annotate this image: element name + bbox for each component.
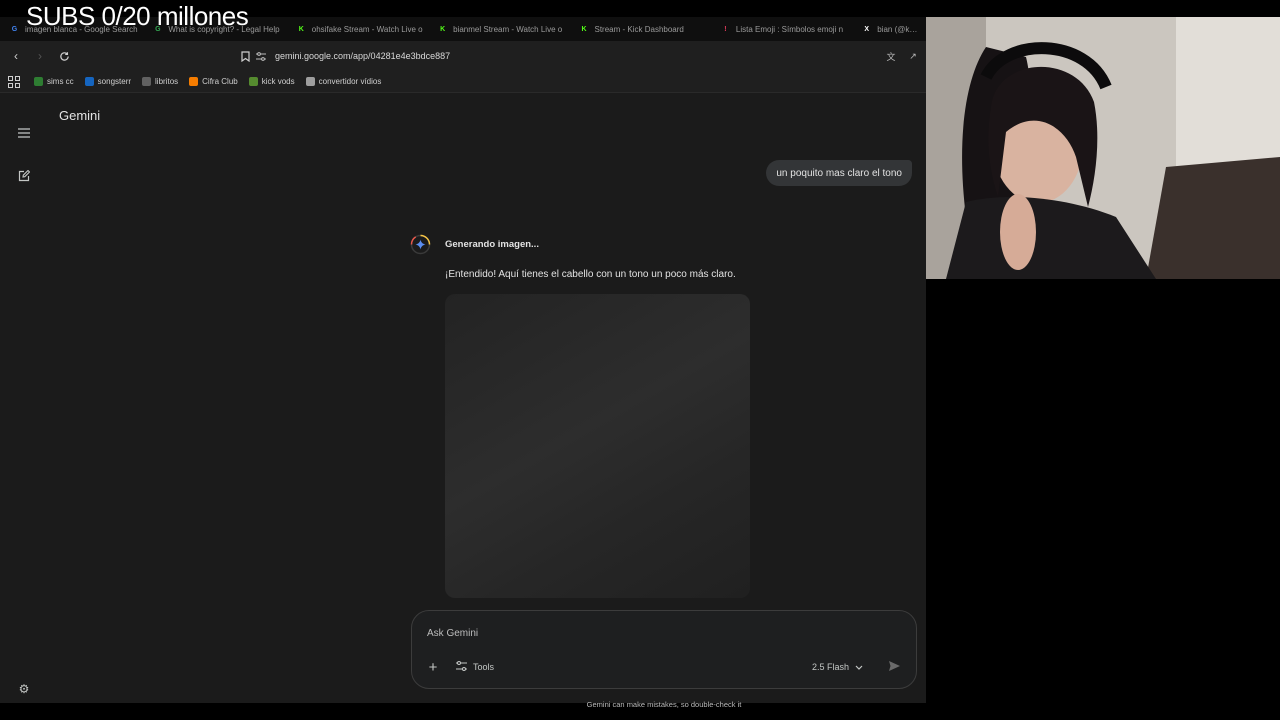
apps-grid-icon[interactable]: [8, 75, 20, 88]
add-attachment-button[interactable]: +: [424, 658, 442, 676]
bookmark-item[interactable]: Cifra Club: [189, 77, 238, 86]
settings-gear-icon[interactable]: ⚙: [15, 680, 33, 698]
disclaimer-text: Gemini can make mistakes, so double-chec…: [586, 700, 742, 709]
emoji-icon: !: [724, 25, 727, 33]
model-label: 2.5 Flash: [812, 662, 850, 672]
kick-icon: K: [440, 25, 446, 33]
bookmark-favicon-icon: [305, 77, 315, 86]
side-rail: [0, 93, 48, 703]
bookmark-item[interactable]: sims cc: [34, 77, 74, 86]
tools-label: Tools: [473, 662, 495, 672]
prompt-input[interactable]: [427, 624, 887, 642]
bookmark-item[interactable]: convertidor vídios: [305, 77, 382, 86]
bookmark-label: convertidor vídios: [318, 77, 382, 86]
bookmark-item[interactable]: kick vods: [248, 77, 295, 86]
browser-window: Gimagen blanca - Google Search G What is c…: [0, 17, 926, 709]
bookmark-label: kick vods: [261, 77, 295, 86]
gemini-spark-icon: [410, 234, 431, 255]
google-icon: G: [11, 25, 18, 33]
bookmark-favicon-icon: [34, 77, 43, 86]
bookmark-item[interactable]: libritos: [142, 77, 178, 86]
address-bar[interactable]: gemini.google.com/app/04281e4e3bdce887 文…: [255, 45, 925, 67]
x-icon: X: [864, 25, 870, 33]
app-title: Gemini: [59, 108, 101, 123]
browser-tab[interactable]: Kbianmel Stream - Watch Live o: [432, 17, 573, 41]
prompt-composer: + Tools 2.5 Flash: [411, 610, 917, 689]
menu-icon[interactable]: [14, 123, 34, 143]
model-selector[interactable]: 2.5 Flash: [812, 658, 863, 676]
kick-icon: K: [298, 25, 304, 33]
tools-icon: [456, 661, 467, 673]
bookmark-label: Cifra Club: [202, 77, 238, 86]
gemini-app: Gemini un poquito mas claro el tono Gene…: [0, 93, 926, 709]
send-button[interactable]: [884, 657, 904, 677]
bookmark-icon[interactable]: [235, 46, 255, 66]
translate-icon[interactable]: 文: [883, 48, 899, 64]
reload-icon[interactable]: [54, 46, 74, 66]
bookmark-favicon-icon: [248, 77, 258, 86]
chevron-down-icon: [855, 662, 863, 672]
plus-icon: +: [428, 658, 438, 676]
tools-button[interactable]: Tools: [456, 658, 494, 676]
back-icon[interactable]: ‹: [6, 46, 26, 66]
url-text[interactable]: gemini.google.com/app/04281e4e3bdce887: [275, 51, 450, 61]
tab-title: bianmel Stream - Watch Live o: [453, 24, 563, 34]
forward-icon[interactable]: ›: [30, 46, 50, 66]
bookmark-favicon-icon: [189, 77, 199, 86]
bookmark-item[interactable]: songsterr: [84, 77, 132, 86]
browser-tab[interactable]: Kohsifake Stream - Watch Live o: [291, 17, 432, 41]
generated-image-placeholder[interactable]: [445, 294, 750, 598]
user-message-bubble: un poquito mas claro el tono: [766, 160, 912, 186]
share-icon[interactable]: ↗: [905, 48, 921, 64]
generation-status: Generando imagen...: [445, 239, 539, 250]
new-chat-icon[interactable]: [14, 166, 34, 186]
tab-title: Stream - Kick Dashboard: [594, 24, 684, 34]
bookmarks-bar: sims cc songsterr libritos Cifra Club kick v…: [0, 71, 926, 93]
browser-toolbar: ‹ › gemini.google.com/app/04281e4e3bdce8…: [0, 41, 926, 71]
bookmark-favicon-icon: [84, 77, 94, 86]
kick-icon: K: [581, 25, 587, 33]
browser-tab[interactable]: Xbian (@kynm: [856, 17, 926, 41]
send-icon: [888, 660, 900, 674]
tab-title: Lista Emoji : Símbolos emoji n: [735, 24, 844, 34]
browser-tab[interactable]: ! Lista Emoji : Símbolos emoji n: [715, 17, 856, 41]
assistant-reply: ¡Entendido! Aquí tienes el cabello con u…: [445, 269, 736, 280]
bookmark-label: songsterr: [97, 77, 132, 86]
tab-title: ohsifake Stream - Watch Live o: [311, 24, 423, 34]
bookmark-label: libritos: [155, 77, 179, 86]
bookmark-label: sims cc: [47, 77, 74, 86]
tab-title: bian (@kynm: [877, 24, 920, 34]
site-settings-icon[interactable]: [255, 50, 267, 62]
browser-tab[interactable]: K Stream - Kick Dashboard: [574, 17, 715, 41]
webcam-feed: [926, 17, 1280, 279]
bookmark-favicon-icon: [142, 77, 152, 86]
user-message-text: un poquito mas claro el tono: [776, 167, 902, 179]
subs-overlay: SUBS 0/20 millones: [26, 1, 249, 31]
